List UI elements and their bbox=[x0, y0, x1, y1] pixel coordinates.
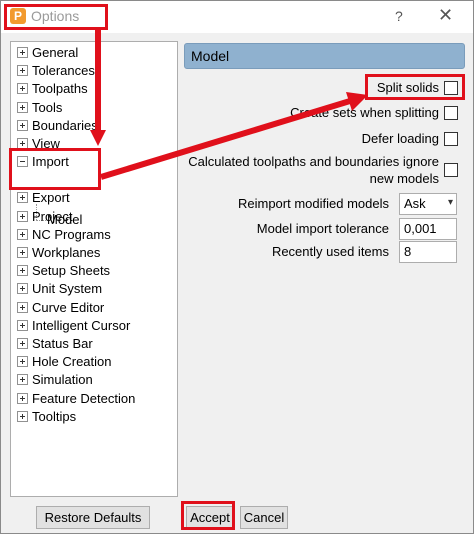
expand-plus-icon[interactable] bbox=[17, 119, 28, 131]
create-sets-checkbox[interactable] bbox=[444, 106, 458, 120]
recent-items-value: 8 bbox=[404, 244, 412, 259]
expand-plus-icon[interactable] bbox=[17, 338, 28, 350]
reimport-select[interactable]: Ask ▾ bbox=[399, 193, 457, 215]
tree-item-label: Curve Editor bbox=[32, 299, 105, 315]
chevron-down-icon: ▾ bbox=[447, 197, 453, 208]
tree-item-setup-sheets[interactable]: Setup Sheets bbox=[17, 262, 110, 280]
tree-item-nc-programs[interactable]: NC Programs bbox=[17, 226, 111, 244]
title-highlight-box bbox=[4, 4, 108, 30]
restore-defaults-button[interactable]: Restore Defaults bbox=[36, 506, 150, 529]
expand-plus-icon[interactable] bbox=[17, 101, 28, 113]
expand-plus-icon[interactable] bbox=[17, 301, 28, 313]
expand-plus-icon[interactable] bbox=[17, 47, 28, 59]
expand-plus-icon[interactable] bbox=[17, 392, 28, 404]
import-model-highlight-box bbox=[9, 148, 101, 190]
reimport-value: Ask bbox=[404, 196, 426, 211]
close-icon[interactable]: ✕ bbox=[438, 5, 453, 26]
tree-item-label: Tools bbox=[32, 99, 63, 115]
defer-loading-checkbox[interactable] bbox=[444, 132, 458, 146]
tree-item-label: Workplanes bbox=[32, 245, 101, 260]
expand-plus-icon[interactable] bbox=[17, 210, 28, 222]
expand-plus-icon[interactable] bbox=[17, 319, 28, 331]
recent-items-label: Recently used items bbox=[271, 244, 389, 259]
expand-plus-icon[interactable] bbox=[17, 192, 28, 204]
calc-ignore-checkbox[interactable] bbox=[444, 163, 458, 177]
tree-item-tooltips[interactable]: Tooltips bbox=[17, 408, 76, 426]
tree-item-label: Tooltips bbox=[32, 408, 77, 424]
tree-item-label: General bbox=[32, 45, 79, 60]
tree-item-toolpaths[interactable]: Toolpaths bbox=[17, 80, 88, 98]
tree-item-label: Toolpaths bbox=[32, 81, 88, 97]
tree-item-label: Setup Sheets bbox=[32, 263, 111, 279]
tree-item-label: Simulation bbox=[32, 372, 93, 388]
accept-highlight-box bbox=[181, 501, 235, 530]
expand-plus-icon[interactable] bbox=[17, 283, 28, 295]
tree-item-label: Boundaries bbox=[32, 117, 98, 133]
tree-item-intelligent-cursor[interactable]: Intelligent Cursor bbox=[17, 317, 130, 335]
tree-item-label: NC Programs bbox=[32, 226, 111, 242]
tolerance-label: Model import tolerance bbox=[256, 221, 389, 236]
panel-title: Model bbox=[191, 48, 230, 64]
tree-item-workplanes[interactable]: Workplanes bbox=[17, 244, 100, 262]
tree-item-tolerances[interactable]: Tolerances bbox=[17, 62, 95, 80]
calc-ignore-label-line2: new models bbox=[369, 171, 439, 186]
tree-item-label: Hole Creation bbox=[32, 354, 112, 370]
expand-plus-icon[interactable] bbox=[17, 83, 28, 95]
tolerance-input[interactable]: 0,001 bbox=[399, 218, 457, 240]
cancel-button[interactable]: Cancel bbox=[240, 506, 288, 529]
tree-item-label: Export bbox=[32, 190, 70, 206]
expand-plus-icon[interactable] bbox=[17, 356, 28, 368]
reimport-label: Reimport modified models bbox=[237, 196, 389, 211]
defer-loading-label: Defer loading bbox=[361, 131, 439, 146]
tree-item-boundaries[interactable]: Boundaries bbox=[17, 117, 98, 135]
recent-items-input[interactable]: 8 bbox=[399, 241, 457, 263]
tree-item-label: Feature Detection bbox=[32, 390, 136, 406]
expand-plus-icon[interactable] bbox=[17, 247, 28, 259]
expand-plus-icon[interactable] bbox=[17, 374, 28, 386]
options-tree[interactable]: Model General Tolerances Toolpaths Tools Bou… bbox=[10, 41, 178, 497]
tree-item-project[interactable]: Project bbox=[17, 208, 72, 226]
tree-item-status-bar[interactable]: Status Bar bbox=[17, 335, 93, 353]
tree-item-feature-detection[interactable]: Feature Detection bbox=[17, 390, 135, 408]
tree-item-curve-editor[interactable]: Curve Editor bbox=[17, 299, 104, 317]
panel-header: Model bbox=[184, 43, 465, 69]
tree-item-export[interactable]: Export bbox=[17, 189, 70, 207]
tree-item-label: Unit System bbox=[32, 281, 103, 297]
split-solids-highlight-box bbox=[365, 74, 465, 100]
tree-item-general[interactable]: General bbox=[17, 44, 78, 62]
create-sets-label: Create sets when splitting bbox=[290, 105, 439, 120]
expand-plus-icon[interactable] bbox=[17, 265, 28, 277]
expand-plus-icon[interactable] bbox=[17, 228, 28, 240]
help-button[interactable]: ? bbox=[395, 8, 403, 24]
tree-item-label: Project bbox=[32, 208, 73, 224]
tree-item-unit-system[interactable]: Unit System bbox=[17, 280, 102, 298]
tree-item-label: Intelligent Cursor bbox=[32, 317, 131, 333]
expand-plus-icon[interactable] bbox=[17, 65, 28, 77]
tree-item-label: Tolerances bbox=[32, 63, 95, 79]
tree-item-label: Status Bar bbox=[32, 336, 93, 351]
tree-item-tools[interactable]: Tools bbox=[17, 99, 62, 117]
tree-item-simulation[interactable]: Simulation bbox=[17, 371, 93, 389]
tree-item-hole-creation[interactable]: Hole Creation bbox=[17, 353, 112, 371]
calc-ignore-label-line1: Calculated toolpaths and boundaries igno… bbox=[188, 154, 439, 169]
tolerance-value: 0,001 bbox=[404, 221, 437, 236]
expand-plus-icon[interactable] bbox=[17, 410, 28, 422]
